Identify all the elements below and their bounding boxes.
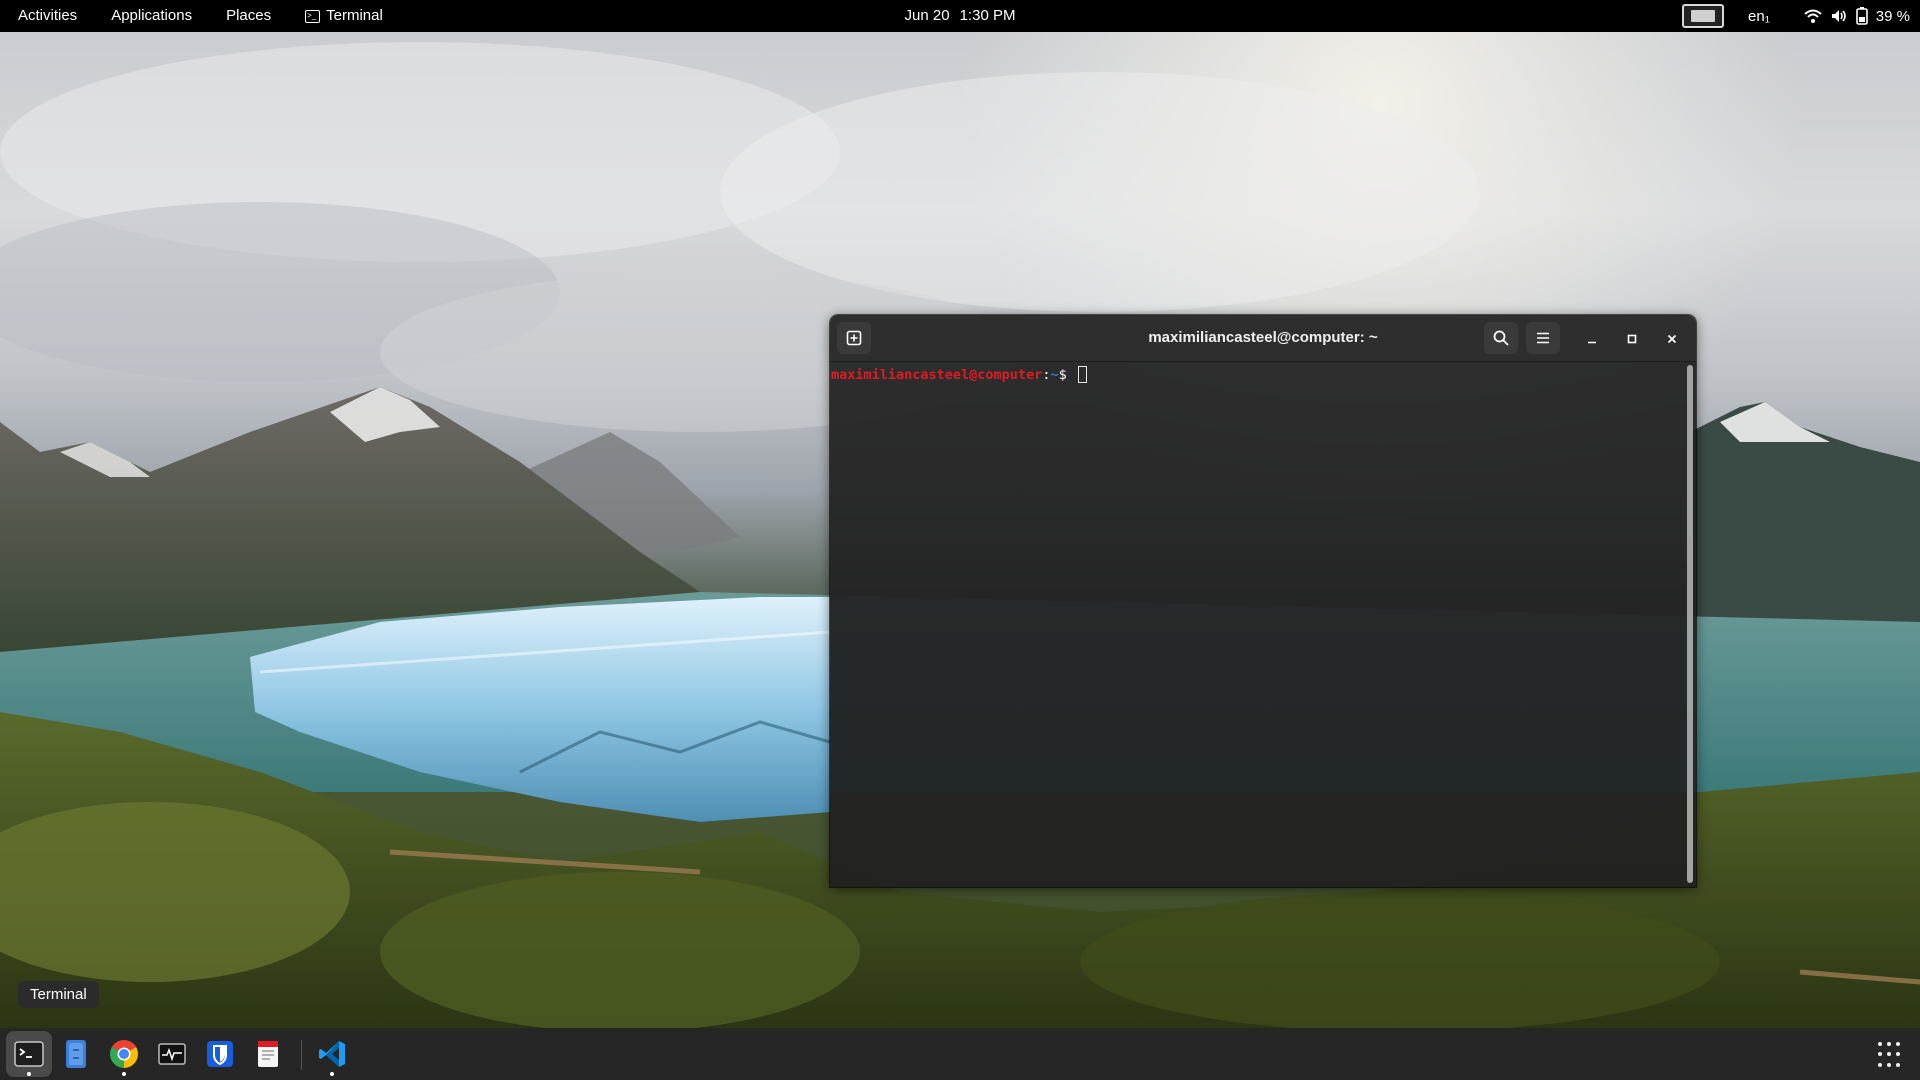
prompt-symbol: $	[1058, 367, 1075, 383]
maximize-icon	[1627, 334, 1637, 344]
language-indicator[interactable]: en₁	[1748, 8, 1770, 25]
screen-indicator-icon[interactable]	[1682, 4, 1725, 28]
new-tab-button[interactable]	[837, 322, 871, 354]
battery-icon	[1855, 7, 1868, 25]
dock-item-bitwarden[interactable]	[197, 1031, 243, 1077]
running-indicator	[330, 1072, 334, 1076]
terminal-output[interactable]: maximiliancasteel@computer:~$	[830, 362, 1696, 887]
wifi-icon	[1804, 9, 1822, 23]
top-bar-right: en₁ 39 %	[1682, 0, 1920, 32]
places-menu[interactable]: Places	[209, 0, 288, 32]
show-applications-icon[interactable]	[1876, 1040, 1906, 1070]
terminal-app-icon: >_	[305, 9, 321, 23]
running-indicator	[27, 1072, 31, 1076]
clock-date: Jun 20	[904, 7, 950, 24]
close-button[interactable]	[1660, 327, 1684, 351]
clock[interactable]: Jun 20 1:30 PM	[893, 0, 1028, 32]
applications-menu[interactable]: Applications	[94, 0, 209, 32]
files-icon	[66, 1040, 86, 1068]
close-icon	[1667, 334, 1677, 344]
system-menu[interactable]: 39 %	[1804, 7, 1910, 25]
activities-button[interactable]: Activities	[1, 0, 94, 32]
system-monitor-icon	[158, 1043, 186, 1065]
app-menu[interactable]: >_ Terminal	[288, 0, 400, 32]
bitwarden-icon	[207, 1041, 233, 1067]
clock-time: 1:30 PM	[959, 7, 1016, 24]
terminal-headerbar[interactable]: maximiliancasteel@computer: ~	[830, 315, 1696, 362]
dock-item-terminal[interactable]	[6, 1031, 52, 1077]
prompt-path: ~	[1050, 367, 1059, 383]
terminal-icon	[14, 1041, 44, 1067]
chrome-icon	[110, 1040, 138, 1068]
volume-icon	[1831, 10, 1846, 22]
terminal-scrollbar[interactable]	[1687, 365, 1693, 883]
prompt-line: maximiliancasteel@computer:~$	[831, 366, 1695, 384]
app-menu-label: Terminal	[326, 7, 383, 24]
vscode-icon	[319, 1041, 345, 1067]
menu-button[interactable]	[1526, 322, 1560, 354]
dock-item-vscode[interactable]	[309, 1031, 355, 1077]
minimize-button[interactable]	[1580, 327, 1604, 351]
window-title: maximiliancasteel@computer: ~	[1148, 329, 1378, 346]
dock-tooltip: Terminal	[18, 981, 99, 1008]
minimize-icon	[1588, 341, 1596, 344]
top-bar-left: Activities Applications Places >_ Termin…	[0, 0, 400, 32]
dock-item-chrome[interactable]	[101, 1031, 147, 1077]
document-viewer-icon	[258, 1041, 278, 1067]
search-icon	[1493, 330, 1509, 346]
dock-item-system-monitor[interactable]	[149, 1031, 195, 1077]
search-button[interactable]	[1484, 322, 1518, 354]
prompt-user-host: maximiliancasteel@computer	[831, 367, 1043, 383]
new-tab-icon	[846, 330, 862, 346]
battery-percentage: 39 %	[1875, 7, 1910, 25]
dock	[0, 1028, 1920, 1080]
maximize-button[interactable]	[1620, 327, 1644, 351]
dock-item-files[interactable]	[53, 1031, 99, 1077]
menu-icon	[1537, 332, 1549, 344]
top-bar: Activities Applications Places >_ Termin…	[0, 0, 1920, 32]
dock-item-document-viewer[interactable]	[245, 1031, 291, 1077]
terminal-window[interactable]: maximiliancasteel@computer: ~ maximilian…	[830, 315, 1696, 887]
dock-separator	[301, 1040, 302, 1070]
text-cursor	[1077, 366, 1087, 383]
running-indicator	[122, 1072, 126, 1076]
